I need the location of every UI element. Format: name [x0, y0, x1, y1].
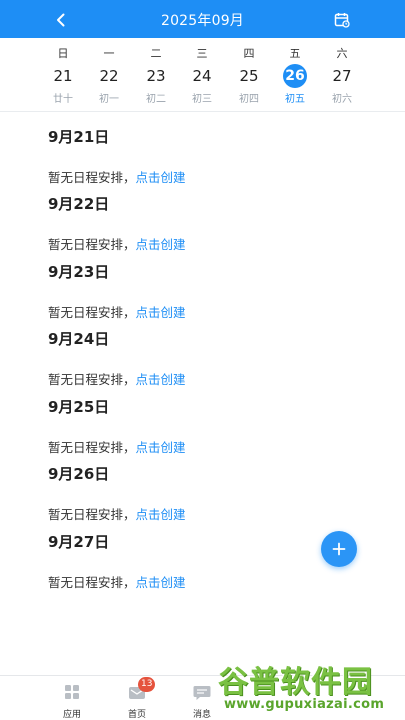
lunar-date: 初一 — [99, 94, 119, 105]
schedule-group: 9月26日 暂无日程安排，点击创建 — [48, 464, 348, 522]
group-date: 9月26日 — [48, 465, 110, 483]
group-date: 9月24日 — [48, 330, 110, 348]
calendar-icon — [334, 13, 350, 28]
day-cell-21[interactable]: 日 21 廿十 — [40, 38, 86, 112]
create-link[interactable]: 点击创建 — [136, 372, 186, 387]
empty-message: 暂无日程安排，点击创建 — [48, 572, 186, 591]
calendar-button[interactable] — [331, 9, 353, 31]
weekday-label: 五 — [289, 47, 301, 60]
watermark-text: 谷普软件园 — [218, 665, 373, 700]
empty-text: 暂无日程安排， — [48, 170, 136, 185]
day-cell-24[interactable]: 三 24 初三 — [179, 38, 225, 112]
week-strip: 日 21 廿十 一 22 初一 二 23 初二 三 24 初三 四 25 初四 … — [0, 38, 405, 112]
schedule-group: 9月27日 暂无日程安排，点击创建 — [48, 532, 348, 590]
lunar-date: 初六 — [332, 94, 352, 105]
empty-text: 暂无日程安排， — [48, 440, 136, 455]
plus-icon — [332, 542, 346, 556]
tab-label: 首页 — [127, 710, 146, 720]
weekday-label: 三 — [196, 47, 208, 60]
lunar-date: 廿十 — [53, 94, 73, 105]
schedule-group: 9月23日 暂无日程安排，点击创建 — [48, 262, 348, 320]
lunar-date: 初三 — [192, 94, 212, 105]
empty-text: 暂无日程安排， — [48, 237, 136, 252]
day-number: 27 — [332, 67, 352, 85]
empty-text: 暂无日程安排， — [48, 305, 136, 320]
day-cell-27[interactable]: 六 27 初六 — [319, 38, 365, 112]
add-schedule-button[interactable] — [321, 531, 357, 567]
day-cell-25[interactable]: 四 25 初四 — [226, 38, 272, 112]
group-date: 9月25日 — [48, 398, 110, 416]
day-number: 24 — [192, 67, 212, 85]
empty-message: 暂无日程安排，点击创建 — [48, 302, 186, 321]
apps-grid-icon — [62, 684, 82, 702]
schedule-group: 9月22日 暂无日程安排，点击创建 — [48, 194, 348, 252]
schedule-group: 9月21日 暂无日程安排，点击创建 — [48, 127, 348, 185]
schedule-group: 9月25日 暂无日程安排，点击创建 — [48, 397, 348, 455]
day-number: 25 — [239, 67, 259, 85]
home-icon: 13 — [127, 677, 156, 702]
lunar-date: 初二 — [146, 94, 166, 105]
create-link[interactable]: 点击创建 — [136, 575, 186, 590]
empty-text: 暂无日程安排， — [48, 507, 136, 522]
empty-text: 暂无日程安排， — [48, 575, 136, 590]
group-date: 9月22日 — [48, 195, 110, 213]
empty-text: 暂无日程安排， — [48, 372, 136, 387]
empty-message: 暂无日程安排，点击创建 — [48, 234, 186, 253]
empty-message: 暂无日程安排，点击创建 — [48, 167, 186, 186]
lunar-date: 初五 — [285, 94, 305, 105]
weekday-label: 一 — [103, 47, 115, 60]
top-bar: 2025年09月 — [0, 0, 405, 38]
create-link[interactable]: 点击创建 — [136, 170, 186, 185]
tab-apps[interactable]: 应用 — [42, 680, 102, 720]
create-link[interactable]: 点击创建 — [136, 507, 186, 522]
watermark: 谷普软件园 www.gupuxiazai.com — [218, 657, 403, 717]
empty-message: 暂无日程安排，点击创建 — [48, 437, 186, 456]
group-date: 9月21日 — [48, 128, 110, 146]
tab-label: 应用 — [62, 710, 81, 720]
day-cell-22[interactable]: 一 22 初一 — [86, 38, 132, 112]
watermark-url: www.gupuxiazai.com — [224, 697, 385, 712]
create-link[interactable]: 点击创建 — [136, 305, 186, 320]
day-number: 22 — [99, 67, 119, 85]
day-cell-26-selected[interactable]: 五 26 初五 — [272, 38, 318, 112]
empty-message: 暂无日程安排，点击创建 — [48, 504, 186, 523]
day-number: 23 — [146, 67, 166, 85]
day-number: 26 — [283, 64, 307, 88]
day-cell-23[interactable]: 二 23 初二 — [133, 38, 179, 112]
create-link[interactable]: 点击创建 — [136, 440, 186, 455]
unread-badge: 13 — [138, 677, 156, 692]
tab-home[interactable]: 13 首页 — [107, 677, 167, 720]
create-link[interactable]: 点击创建 — [136, 237, 186, 252]
weekday-label: 六 — [336, 47, 348, 60]
message-icon — [192, 684, 212, 702]
group-date: 9月27日 — [48, 533, 110, 551]
day-number: 21 — [53, 67, 73, 85]
schedule-group: 9月24日 暂无日程安排，点击创建 — [48, 329, 348, 387]
weekday-label: 二 — [150, 47, 162, 60]
lunar-date: 初四 — [239, 94, 259, 105]
empty-message: 暂无日程安排，点击创建 — [48, 369, 186, 388]
calendar-app: 2025年09月 日 21 廿十 一 22 初一 二 23 初二 三 24 初三… — [0, 0, 405, 720]
weekday-label: 日 — [57, 47, 69, 60]
group-date: 9月23日 — [48, 263, 110, 281]
weekday-label: 四 — [243, 47, 255, 60]
